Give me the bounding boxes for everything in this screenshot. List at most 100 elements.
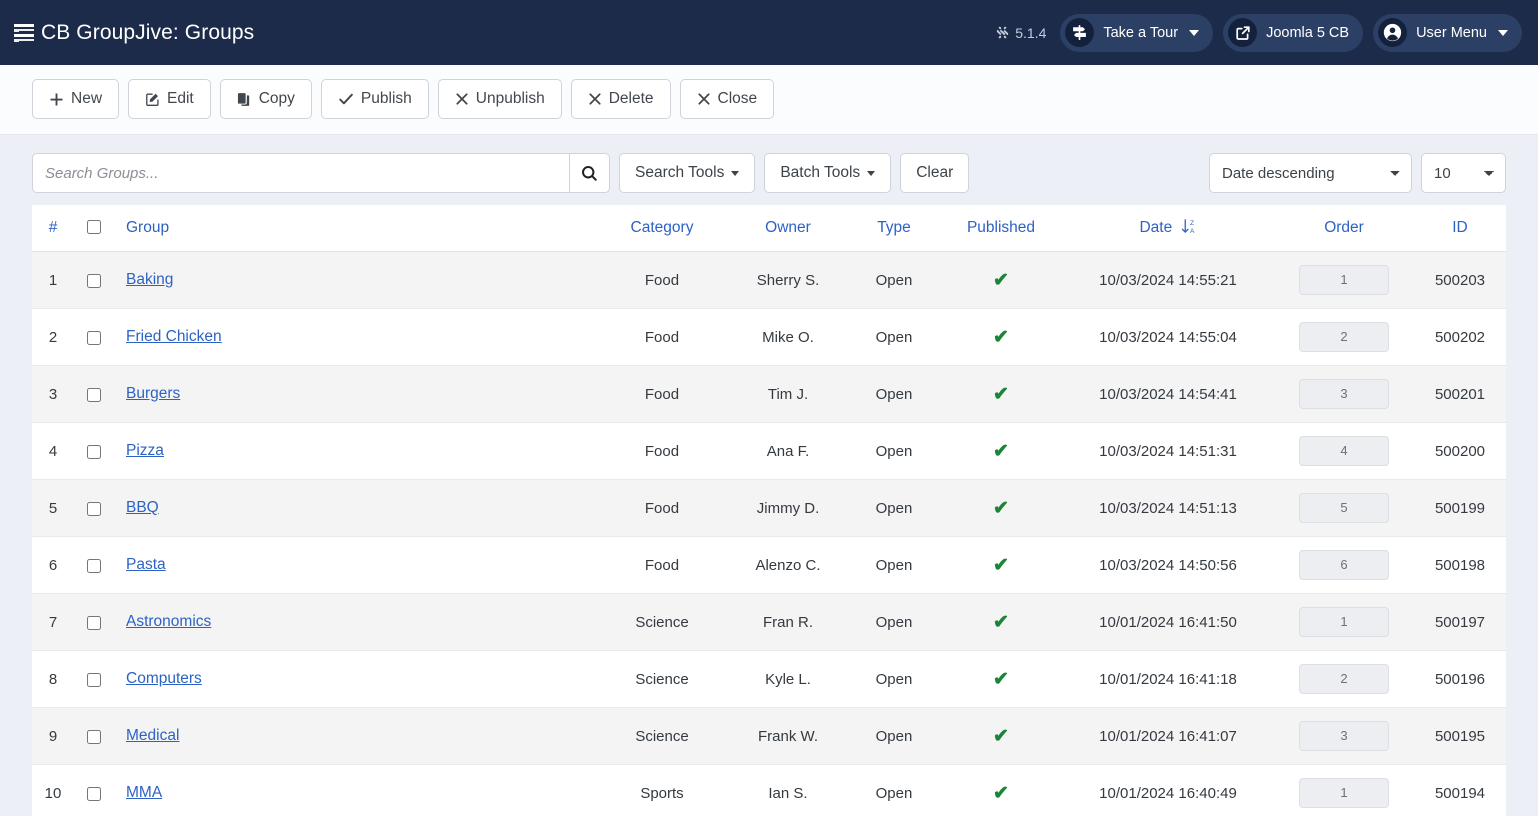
row-checkbox[interactable] [87,501,101,516]
search-button[interactable] [569,153,610,193]
published-check-icon[interactable]: ✔ [993,498,1009,519]
group-link[interactable]: Fried Chicken [126,328,222,345]
row-checkbox[interactable] [87,672,101,687]
row-owner: Tim J. [728,365,848,423]
order-input[interactable]: 3 [1299,379,1389,409]
close-button[interactable]: Close [679,79,775,119]
group-link[interactable]: Baking [126,271,173,288]
user-menu-button[interactable]: User Menu [1373,13,1522,52]
row-checkbox[interactable] [87,558,101,573]
sort-order-select[interactable]: Date descending [1209,153,1412,193]
group-link[interactable]: Medical [126,727,179,744]
column-header-group[interactable]: Group [114,205,596,252]
site-link-button[interactable]: Joomla 5 CB [1223,13,1364,52]
row-type: Open [848,650,940,708]
row-checkbox[interactable] [87,387,101,402]
batch-tools-button[interactable]: Batch Tools [764,153,892,193]
row-checkbox[interactable] [87,444,101,459]
published-check-icon[interactable]: ✔ [993,327,1009,348]
copy-button[interactable]: Copy [219,79,312,119]
row-date: 10/03/2024 14:55:04 [1062,308,1274,366]
published-check-icon[interactable]: ✔ [993,270,1009,291]
row-published-cell: ✔ [940,251,1062,309]
row-category: Science [596,650,728,708]
row-published-cell: ✔ [940,422,1062,480]
row-order-cell: 2 [1274,308,1414,366]
delete-button[interactable]: Delete [570,79,671,119]
new-label: New [71,90,103,108]
search-input[interactable] [32,153,569,193]
svg-text:A: A [1190,228,1195,235]
group-link[interactable]: Astronomics [126,613,211,630]
publish-button[interactable]: Publish [320,79,429,119]
row-checkbox[interactable] [87,786,101,801]
joomla-logo-icon [997,26,1009,39]
new-button[interactable]: New [32,79,120,119]
row-id: 500199 [1414,479,1506,537]
take-a-tour-button[interactable]: Take a Tour [1060,13,1214,52]
published-check-icon[interactable]: ✔ [993,669,1009,690]
group-link[interactable]: MMA [126,784,162,801]
column-header-date[interactable]: Date Z A [1062,205,1274,252]
column-header-id[interactable]: ID [1414,205,1506,252]
order-input[interactable]: 3 [1299,721,1389,751]
group-link[interactable]: Pizza [126,442,164,459]
row-number: 2 [32,308,74,366]
row-checkbox[interactable] [87,330,101,345]
column-header-published[interactable]: Published [940,205,1062,252]
unpublish-button[interactable]: Unpublish [437,79,562,119]
search-tools-button[interactable]: Search Tools [619,153,756,193]
external-link-icon [1228,18,1258,47]
order-input[interactable]: 2 [1299,322,1389,352]
column-header-category[interactable]: Category [596,205,728,252]
search-tools-label: Search Tools [635,164,725,181]
row-checkbox[interactable] [87,615,101,630]
published-check-icon[interactable]: ✔ [993,555,1009,576]
published-check-icon[interactable]: ✔ [993,612,1009,633]
group-link[interactable]: Computers [126,670,202,687]
row-type: Open [848,308,940,366]
order-input[interactable]: 2 [1299,664,1389,694]
order-input[interactable]: 5 [1299,493,1389,523]
row-number: 3 [32,365,74,423]
clear-button[interactable]: Clear [900,153,970,193]
published-check-icon[interactable]: ✔ [993,384,1009,405]
row-order-cell: 1 [1274,251,1414,309]
table-row: 9 Medical Science Frank W. Open ✔ 10/01/2024 1… [32,707,1506,765]
group-link[interactable]: Burgers [126,385,180,402]
list-icon [14,24,34,42]
published-check-icon[interactable]: ✔ [993,783,1009,804]
row-date: 10/03/2024 14:55:21 [1062,251,1274,309]
list-limit-select[interactable]: 10 [1421,153,1506,193]
column-header-type[interactable]: Type [848,205,940,252]
chevron-down-icon [731,170,740,176]
row-owner: Mike O. [728,308,848,366]
group-link[interactable]: BBQ [126,499,159,516]
order-input[interactable]: 6 [1299,550,1389,580]
order-input[interactable]: 1 [1299,607,1389,637]
row-number: 6 [32,536,74,594]
order-input[interactable]: 4 [1299,436,1389,466]
row-id: 500196 [1414,650,1506,708]
row-order-cell: 1 [1274,764,1414,816]
order-input[interactable]: 1 [1299,778,1389,808]
edit-button[interactable]: Edit [128,79,211,119]
published-check-icon[interactable]: ✔ [993,441,1009,462]
group-link[interactable]: Pasta [126,556,166,573]
published-check-icon[interactable]: ✔ [993,726,1009,747]
svg-text:Z: Z [1190,220,1194,227]
copy-label: Copy [258,90,295,108]
row-checkbox[interactable] [87,729,101,744]
row-order-cell: 6 [1274,536,1414,594]
select-all-checkbox[interactable] [87,220,101,235]
column-header-order[interactable]: Order [1274,205,1414,252]
row-checkbox[interactable] [87,273,101,288]
row-type: Open [848,593,940,651]
row-owner: Jimmy D. [728,479,848,537]
column-header-owner[interactable]: Owner [728,205,848,252]
order-input[interactable]: 1 [1299,265,1389,295]
row-group-cell: Pizza [114,422,596,480]
user-circle-icon [1378,18,1408,47]
table-row: 2 Fried Chicken Food Mike O. Open ✔ 10/03/2024… [32,308,1506,366]
row-number: 8 [32,650,74,708]
